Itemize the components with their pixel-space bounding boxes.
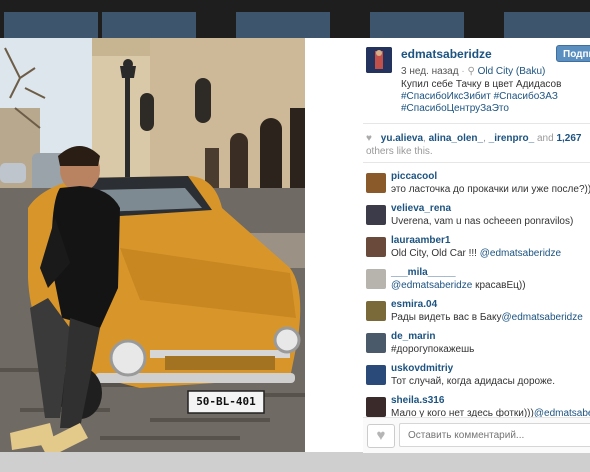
post-time: 3 нед. назад (401, 66, 459, 77)
comment-text: это ласточка до прокачки или уже после?)… (391, 184, 590, 195)
likes-summary: ♥ yu.alieva, alina_olen_, _irenpro_ and … (366, 133, 582, 157)
post-meta: 3 нед. назад · ⚲ Old City (Baku) (401, 66, 546, 77)
comment-username[interactable]: esmira.04 (391, 299, 437, 310)
comment-body: Рады видеть вас в Баку (391, 312, 502, 323)
likes-count[interactable]: 1,267 (556, 133, 581, 144)
comment-text: Old City, Old Car !!! @edmatsaberidze (391, 248, 561, 259)
comment-username[interactable]: sheila.s316 (391, 395, 444, 406)
comment: de_marin #дорогупокажешь (366, 331, 590, 367)
comment: uskovdmitriy Тот случай, когда адидасы д… (366, 363, 590, 399)
commenter-avatar[interactable] (366, 365, 386, 385)
comment-username[interactable]: ___mila_____ (391, 267, 456, 278)
comment: esmira.04 Рады видеть вас в Баку@edmatsa… (366, 299, 590, 335)
backdrop-thumbnail (370, 12, 464, 38)
comment-username[interactable]: de_marin (391, 331, 435, 342)
post-details-panel: edmatsaberidze Подпи 3 нед. назад · ⚲ Ol… (305, 38, 590, 453)
like-button[interactable]: ♥ (367, 424, 395, 448)
comment-text: @edmatsaberidze красавЕц)) (391, 280, 526, 291)
backdrop-thumbnail (236, 12, 330, 38)
post-photo[interactable]: 50-BL-401 (0, 38, 305, 452)
comment-text: Рады видеть вас в Баку@edmatsaberidze (391, 312, 583, 323)
comment: piccacool это ласточка до прокачки или у… (366, 171, 590, 207)
commenter-avatar[interactable] (366, 173, 386, 193)
owner-username[interactable]: edmatsaberidze (401, 47, 492, 61)
comment: ___mila_____ @edmatsaberidze красавЕц)) (366, 267, 590, 303)
divider (363, 123, 590, 124)
hashtag[interactable]: #СпасибоЦентруЗаЭто (401, 103, 509, 114)
commenter-avatar[interactable] (366, 397, 386, 417)
backdrop-thumbnail (102, 12, 196, 38)
comment: velieva_rena Uverena, vam u nas ocheeen … (366, 203, 590, 239)
comment-mention[interactable]: @edmatsaberidze (391, 280, 472, 291)
post-location[interactable]: Old City (Baku) (478, 66, 546, 77)
post-header: edmatsaberidze Подпи 3 нед. назад · ⚲ Ol… (305, 38, 590, 122)
commenter-avatar[interactable] (366, 333, 386, 353)
commenter-avatar[interactable] (366, 205, 386, 225)
divider (363, 162, 590, 163)
likes-suffix: others like this. (366, 146, 433, 157)
heart-icon: ♥ (366, 133, 372, 144)
like-user[interactable]: yu.alieva (381, 133, 423, 144)
commenter-avatar[interactable] (366, 237, 386, 257)
comment-username[interactable]: velieva_rena (391, 203, 451, 214)
hashtag[interactable]: #СпасибоЗАЗ (494, 91, 558, 102)
comment-mention[interactable]: @edmatsaberidze (534, 408, 590, 417)
caption-text: Купил себе Тачку в цвет Адидасов (401, 79, 562, 90)
comment-text: #дорогупокажешь (391, 344, 475, 355)
location-pin-icon: ⚲ (467, 66, 475, 77)
comment-input[interactable] (399, 423, 590, 447)
comment-body: Мало у кого нет здесь фотки))) (391, 408, 534, 417)
backdrop-footer (0, 452, 590, 472)
comment-text: Uverena, vam u nas ocheeen ponravilos) (391, 216, 574, 227)
license-plate: 50-BL-401 (196, 395, 256, 408)
backdrop-thumbnail (504, 12, 590, 38)
commenter-avatar[interactable] (366, 301, 386, 321)
hashtag[interactable]: #СпасибоИксЗибит (401, 91, 491, 102)
likes-and: and (537, 133, 554, 144)
comment-text: Мало у кого нет здесь фотки)))@edmatsabe… (391, 408, 590, 417)
comment-username[interactable]: piccacool (391, 171, 437, 182)
comment-username[interactable]: uskovdmitriy (391, 363, 453, 374)
comment-mention[interactable]: @edmatsaberidze (501, 312, 582, 323)
comment-body: Old City, Old Car !!! (391, 248, 480, 259)
like-user[interactable]: alina_olen_ (429, 133, 483, 144)
commenter-avatar[interactable] (366, 269, 386, 289)
photo-illustration (0, 38, 305, 452)
heart-icon: ♥ (376, 427, 386, 444)
backdrop-thumbnail (4, 12, 98, 38)
post-caption: Купил себе Тачку в цвет Адидасов #Спасиб… (401, 79, 590, 115)
comment-username[interactable]: lauraamber1 (391, 235, 450, 246)
comment: sheila.s316 Мало у кого нет здесь фотки)… (366, 395, 590, 417)
owner-avatar[interactable] (366, 47, 392, 73)
follow-button[interactable]: Подпи (556, 45, 590, 62)
comment-bar: ♥ (363, 417, 590, 453)
comment-mention[interactable]: @edmatsaberidze (480, 248, 561, 259)
avatar-image (366, 47, 392, 73)
comment-body: красавЕц)) (472, 280, 526, 291)
comment-text: Тот случай, когда адидасы дороже. (391, 376, 555, 387)
comment: lauraamber1 Old City, Old Car !!! @edmat… (366, 235, 590, 271)
like-user[interactable]: _irenpro_ (489, 133, 535, 144)
